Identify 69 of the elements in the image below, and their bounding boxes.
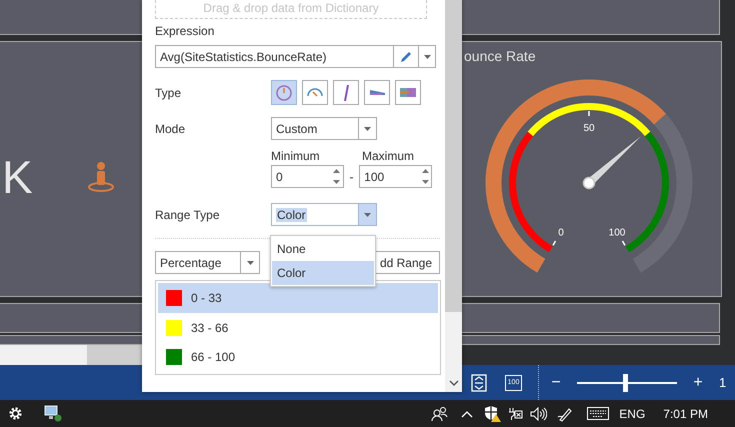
range-mode-dropdown[interactable]: Percentage — [155, 251, 260, 274]
range-separator: - — [348, 170, 354, 184]
gauge-tick-label: 0 — [558, 227, 564, 238]
range-item[interactable]: 0 - 33 — [158, 283, 438, 313]
people-icon[interactable] — [431, 406, 448, 422]
gauge-type-button[interactable] — [302, 80, 328, 105]
horizontal-scrollbar[interactable] — [0, 345, 142, 365]
language-indicator[interactable]: ENG — [619, 406, 646, 420]
spin-up-icon[interactable] — [333, 169, 340, 174]
gauge-type-button[interactable] — [271, 80, 297, 105]
vertical-scrollbar[interactable] — [445, 0, 462, 392]
minimum-field[interactable]: 0 — [271, 165, 344, 188]
spin-up-icon[interactable] — [422, 169, 428, 174]
keyboard-icon[interactable] — [587, 407, 610, 420]
zoom-slider-thumb[interactable] — [623, 374, 628, 392]
kpi-value: K — [2, 150, 33, 204]
zoom-out-button[interactable]: − — [549, 374, 563, 392]
chevron-down-icon[interactable] — [448, 380, 458, 386]
gauge-tick-label: 100 — [608, 227, 626, 238]
gauge-type-button[interactable] — [395, 80, 421, 105]
gauge-title: ounce Rate — [464, 48, 536, 64]
zoom-value: 1 — [719, 375, 726, 390]
range-type-dropdown[interactable]: Color — [271, 203, 377, 226]
maximum-field[interactable]: 100 — [359, 165, 432, 188]
spin-down-icon[interactable] — [333, 180, 340, 184]
caret-icon — [246, 260, 254, 264]
expression-label: Expression — [155, 24, 216, 38]
pen-icon[interactable] — [557, 406, 574, 422]
caret-icon — [364, 126, 371, 130]
gauge-type-icon — [344, 84, 348, 100]
gauge-tick-label: 50 — [583, 122, 595, 134]
spin-down-icon[interactable] — [422, 180, 428, 184]
gauge-type-button[interactable] — [333, 80, 359, 105]
speaker-icon[interactable] — [530, 406, 548, 420]
dropdown-option[interactable]: None — [272, 237, 374, 261]
clock[interactable]: 7:01 PM — [663, 406, 708, 420]
range-label: 0 - 33 — [191, 290, 222, 305]
fit-height-icon[interactable] — [471, 374, 487, 392]
shield-warning-icon[interactable] — [484, 405, 502, 422]
dropdown-option[interactable]: Color — [272, 261, 374, 285]
gauge-tick — [552, 240, 556, 246]
expression-field[interactable]: Avg(SiteStatistics.BounceRate) — [155, 45, 436, 68]
range-type-label: Range Type — [155, 208, 220, 222]
range-item[interactable]: 66 - 100 — [158, 342, 438, 372]
range-label: 33 - 66 — [191, 320, 228, 334]
gauge-type-icon — [276, 84, 292, 100]
zoom-in-button[interactable]: + — [691, 374, 705, 392]
minimum-label: Minimum — [271, 149, 321, 163]
range-item[interactable]: 33 - 66 — [158, 312, 438, 342]
chevron-up-icon[interactable] — [461, 410, 474, 418]
gauge-type-button[interactable] — [364, 80, 390, 105]
mode-dropdown[interactable]: Custom — [271, 117, 377, 140]
maximum-label: Maximum — [362, 149, 414, 163]
caret-icon — [424, 54, 430, 58]
zoom-slider[interactable] — [577, 374, 677, 392]
gauge-tick — [588, 110, 590, 116]
person-icon — [88, 162, 114, 192]
gauge-type-icon — [370, 90, 384, 95]
type-label: Type — [155, 86, 182, 100]
gauge-type-icon — [400, 88, 416, 97]
mode-label: Mode — [155, 122, 186, 136]
pencil-icon — [399, 50, 413, 64]
gauge-type-icon — [307, 88, 323, 97]
settings-icon[interactable] — [8, 406, 23, 421]
range-label: 66 - 100 — [191, 350, 236, 364]
computer-icon[interactable] — [44, 405, 62, 422]
battery-plug-icon[interactable] — [507, 406, 524, 420]
gauge-tick — [622, 240, 626, 246]
caret-icon — [364, 212, 371, 216]
